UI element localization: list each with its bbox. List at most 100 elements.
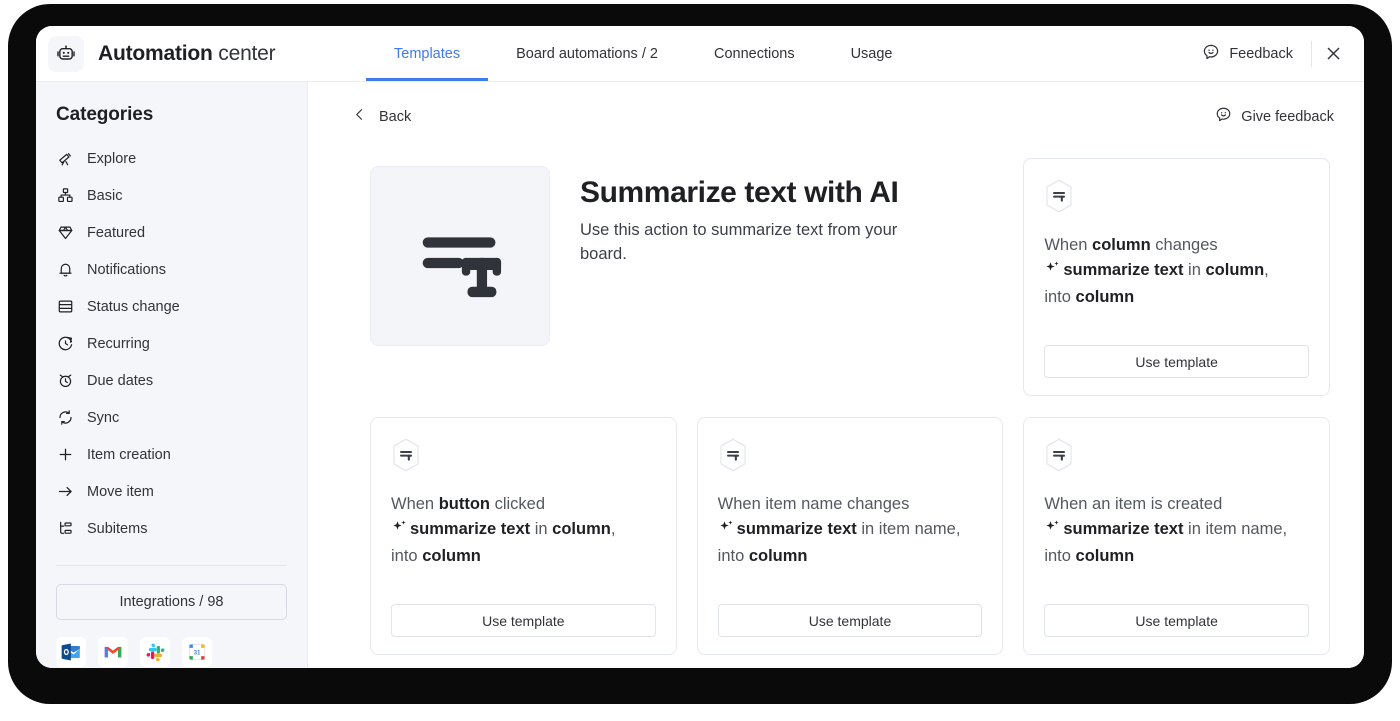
card-line2-comma: , <box>1282 520 1288 539</box>
brand-title-light: center <box>212 41 276 65</box>
card-line3-pre: into <box>391 547 423 566</box>
use-template-label: Use template <box>808 612 892 629</box>
card-line1-pre: When an item is created <box>1044 495 1223 513</box>
alarm-clock-icon <box>56 372 74 390</box>
template-card[interactable]: When an item is created summarize text i… <box>1023 417 1330 655</box>
table-rows-icon <box>56 298 74 316</box>
template-card[interactable]: When button clicked summarize text in co… <box>370 417 677 655</box>
sparkle-icon <box>718 519 735 544</box>
window-body: Categories Explore Basic Featured Notifi… <box>36 82 1364 668</box>
sidebar-divider <box>56 565 287 566</box>
gmail-icon[interactable] <box>98 637 128 667</box>
card-line1-bold: button <box>438 495 490 513</box>
smiley-bubble-icon <box>1202 43 1220 65</box>
use-template-label: Use template <box>482 612 565 629</box>
card-line2-bold: summarize text <box>1063 261 1184 280</box>
sidebar-item-due-dates[interactable]: Due dates <box>36 362 307 399</box>
google-calendar-icon[interactable]: 31 <box>182 637 212 667</box>
subitems-icon <box>56 520 74 538</box>
close-icon[interactable] <box>1316 37 1350 71</box>
sidebar-item-label: Notifications <box>87 261 166 278</box>
sidebar-category-list: Explore Basic Featured Notifications Sta… <box>36 140 307 547</box>
sidebar-item-move-item[interactable]: Move item <box>36 473 307 510</box>
give-feedback-label: Give feedback <box>1241 108 1334 125</box>
tab-templates-label: Templates <box>394 45 461 62</box>
card-line3-bold: column <box>1075 547 1135 566</box>
sidebar-item-featured[interactable]: Featured <box>36 214 307 251</box>
card-line3-bold: column <box>748 547 808 566</box>
main-toolbar: Back Give feedback <box>308 82 1364 127</box>
summarize-text-hex-icon <box>1044 179 1074 213</box>
card-line2-bold: summarize text <box>410 520 531 539</box>
sidebar-item-recurring[interactable]: Recurring <box>36 325 307 362</box>
feedback-button[interactable]: Feedback <box>1194 37 1307 71</box>
window-header: Automation center Templates Board automa… <box>36 26 1364 82</box>
use-template-button[interactable]: Use template <box>1044 604 1309 637</box>
tab-templates[interactable]: Templates <box>366 26 489 81</box>
sidebar-item-basic[interactable]: Basic <box>36 177 307 214</box>
card-line2-comma: , <box>610 520 616 539</box>
sidebar-item-label: Status change <box>87 298 180 315</box>
sidebar-item-label: Item creation <box>87 446 171 463</box>
brand-title-strong: Automation <box>98 41 213 65</box>
hero-text: Summarize text with AI Use this action t… <box>580 166 910 267</box>
card-line2-mid: in <box>530 520 553 539</box>
sidebar-item-label: Move item <box>87 483 154 500</box>
brand: Automation center <box>36 35 366 72</box>
sidebar-item-explore[interactable]: Explore <box>36 140 307 177</box>
integrations-button[interactable]: Integrations / 98 <box>56 584 287 620</box>
card-line2-comma: , <box>955 520 961 539</box>
tab-connections[interactable]: Connections <box>686 26 823 81</box>
main-content: Back Give feedback Summarize text with A… <box>308 82 1364 668</box>
use-template-button[interactable]: Use template <box>1044 345 1309 378</box>
sidebar-item-item-creation[interactable]: Item creation <box>36 436 307 473</box>
template-hero: Summarize text with AI Use this action t… <box>370 158 1003 396</box>
card-line1-pre: When <box>1044 236 1093 254</box>
sparkle-icon <box>1044 260 1061 285</box>
tab-board-automations-label: Board automations / 2 <box>516 45 658 62</box>
back-button[interactable]: Back <box>352 107 411 126</box>
card-line2-mid: in item name <box>856 520 956 539</box>
template-card[interactable]: When item name changes summarize text in… <box>696 417 1004 655</box>
use-template-label: Use template <box>1135 612 1218 629</box>
feedback-label: Feedback <box>1229 45 1293 62</box>
card-line3-pre: into <box>1044 288 1076 307</box>
template-card-text: When an item is created summarize text i… <box>1044 492 1309 590</box>
card-line3-pre: into <box>717 547 749 566</box>
tab-usage[interactable]: Usage <box>823 26 921 81</box>
plus-icon <box>56 446 74 464</box>
card-line2-bold2: column <box>552 520 611 539</box>
page-title: Automation center <box>98 41 276 66</box>
sidebar-item-status-change[interactable]: Status change <box>36 288 307 325</box>
templates-grid: Summarize text with AI Use this action t… <box>308 127 1364 655</box>
bell-icon <box>56 261 74 279</box>
card-line2-bold: summarize text <box>736 520 857 539</box>
card-line2-mid: in <box>1183 261 1206 280</box>
header-tabs: Templates Board automations / 2 Connecti… <box>366 26 921 81</box>
header-divider <box>1311 40 1312 67</box>
summarize-text-icon <box>370 166 550 346</box>
integration-app-icons: 31 <box>56 637 307 667</box>
header-actions: Feedback <box>1194 26 1350 81</box>
card-line2-bold: summarize text <box>1063 520 1184 539</box>
template-card-text: When column changes summarize text in co… <box>1044 233 1309 331</box>
chevron-left-icon <box>352 107 367 126</box>
sparkle-icon <box>391 519 408 544</box>
outlook-icon[interactable] <box>56 637 86 667</box>
clock-refresh-icon <box>56 335 74 353</box>
sidebar-item-label: Due dates <box>87 372 154 389</box>
slack-icon[interactable] <box>140 637 170 667</box>
sidebar-item-notifications[interactable]: Notifications <box>36 251 307 288</box>
give-feedback-button[interactable]: Give feedback <box>1215 106 1334 127</box>
sidebar-item-subitems[interactable]: Subitems <box>36 510 307 547</box>
use-template-button[interactable]: Use template <box>391 604 656 637</box>
sidebar: Categories Explore Basic Featured Notifi… <box>36 82 308 668</box>
svg-text:31: 31 <box>194 649 201 656</box>
card-line2-comma: , <box>1264 261 1269 280</box>
use-template-button[interactable]: Use template <box>717 604 983 637</box>
sidebar-item-label: Explore <box>87 150 137 167</box>
template-card[interactable]: When column changes summarize text in co… <box>1023 158 1330 396</box>
sidebar-item-sync[interactable]: Sync <box>36 399 307 436</box>
arrow-right-icon <box>56 483 74 501</box>
tab-board-automations[interactable]: Board automations / 2 <box>488 26 686 81</box>
